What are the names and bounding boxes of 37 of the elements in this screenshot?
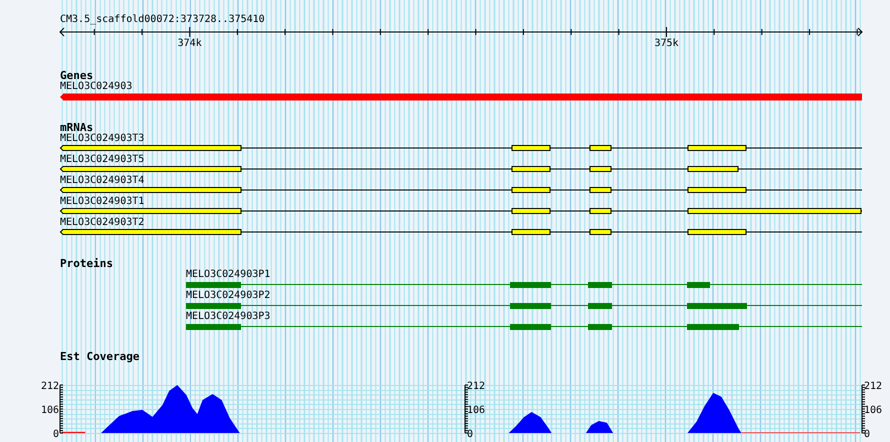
region-title: CM3.5_scaffold00072:373728..375410 [60,14,265,25]
axis-label: 106 [467,405,486,416]
gene-bar[interactable] [60,93,862,101]
axis-label: 212 [467,381,486,392]
axis-label: 0 [52,429,59,440]
transcript-drawing[interactable] [60,208,862,214]
transcript-drawing[interactable] [60,187,862,193]
track-title: Genes [60,69,94,82]
coverage-axis [60,384,64,434]
protein-drawing[interactable] [186,324,862,330]
gene-label: MELO3C024903 [60,81,132,92]
coverage-axis [862,384,866,434]
tick-label: 375k [654,38,679,49]
protein-label: MELO3C024903P3 [186,311,270,322]
transcript-drawing[interactable] [60,166,862,172]
transcript-drawing[interactable] [60,145,862,151]
protein-drawing[interactable] [186,282,862,288]
protein-drawing[interactable] [186,303,862,309]
track-title: Est Coverage [60,350,140,363]
axis-label: 212 [864,381,882,392]
mrna-label: MELO3C024903T1 [60,196,144,207]
axis-label: 0 [864,429,870,440]
tick-label: 374k [178,38,202,49]
track-title: mRNAs [60,121,94,134]
protein-label: MELO3C024903P1 [186,269,270,280]
axis-label: 106 [40,405,59,416]
axis-label: 106 [864,405,882,416]
mrna-label: MELO3C024903T2 [60,217,144,228]
axis-label: 212 [40,381,59,392]
protein-label: MELO3C024903P2 [186,290,270,301]
track-title: Proteins [60,257,113,270]
axis-label: 0 [467,429,474,440]
mrna-label: MELO3C024903T5 [60,154,144,165]
mrna-label: MELO3C024903T4 [60,175,144,186]
mrna-label: MELO3C024903T3 [60,133,144,144]
coverage-axis [464,384,468,434]
transcript-drawing[interactable] [60,229,862,235]
